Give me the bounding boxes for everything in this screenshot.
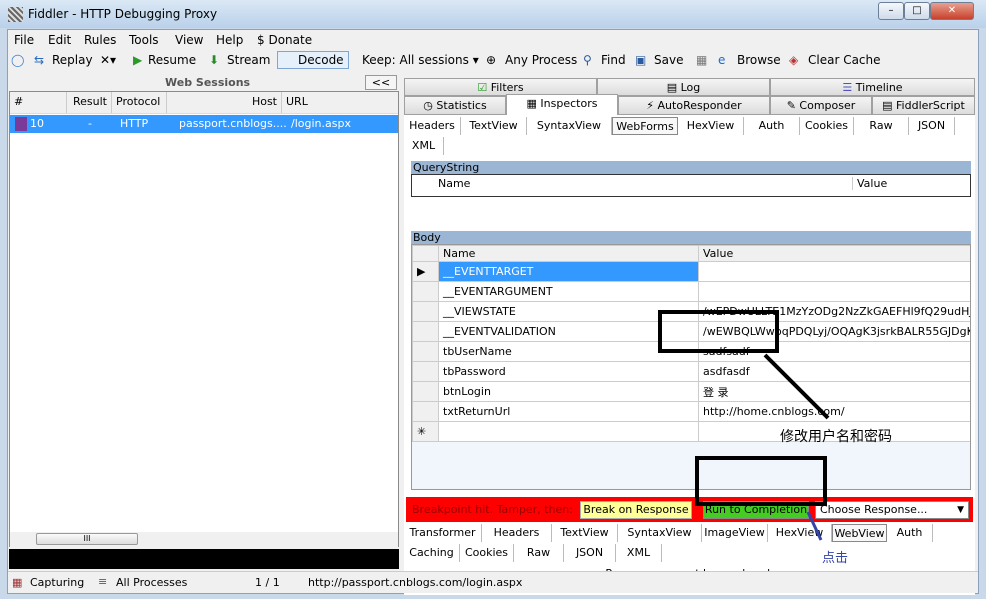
annotation-click-text: 点击 [822, 551, 849, 566]
annotation-lines [763, 353, 830, 541]
annotation-modify-text: 修改用户名和密码 [780, 429, 892, 445]
annotation-box-run [695, 456, 827, 506]
annotation-arrow-line [763, 353, 830, 420]
annotation-click-line [806, 511, 823, 541]
